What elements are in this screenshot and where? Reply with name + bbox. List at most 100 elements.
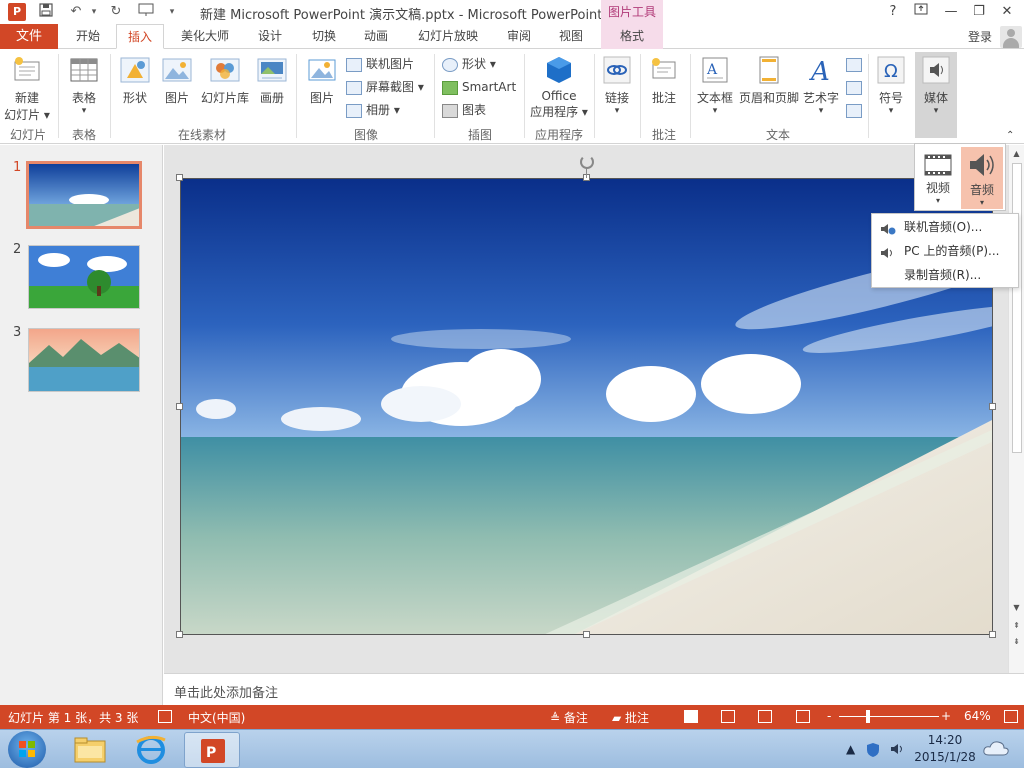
- powerpoint-taskbar-icon[interactable]: P: [184, 732, 240, 768]
- date-time-button[interactable]: [846, 54, 866, 74]
- cloud-icon[interactable]: [982, 738, 1010, 761]
- tab-design[interactable]: 设计: [246, 24, 294, 49]
- menu-item-record-audio[interactable]: 录制音频(R)...: [872, 263, 1018, 287]
- resize-handle[interactable]: [989, 403, 996, 410]
- notes-pane[interactable]: 单击此处添加备注: [164, 673, 1024, 705]
- windows-start-button[interactable]: [8, 731, 46, 768]
- picture-tools-header: 图片工具: [601, 0, 663, 24]
- slide-number-button[interactable]: [846, 77, 866, 97]
- speaker-icon: [967, 151, 997, 179]
- comments-toggle-button[interactable]: ▰ 批注: [612, 709, 649, 726]
- help-button[interactable]: ?: [882, 3, 904, 21]
- screenshot-button[interactable]: 屏幕截图 ▾: [346, 77, 424, 97]
- close-button[interactable]: ✕: [996, 3, 1018, 21]
- internet-explorer-icon[interactable]: [123, 732, 179, 768]
- notes-toggle-button[interactable]: ≜ 备注: [550, 709, 588, 726]
- album-material-button[interactable]: 画册: [254, 54, 290, 106]
- table-button[interactable]: 表格 ▾: [62, 54, 106, 116]
- group-separator: [690, 54, 691, 138]
- resize-handle[interactable]: [989, 631, 996, 638]
- online-picture-material-button[interactable]: 图片: [158, 54, 196, 106]
- zoom-out-button[interactable]: -: [827, 709, 831, 723]
- header-footer-button[interactable]: 页眉和页脚: [738, 54, 800, 106]
- resize-handle[interactable]: [176, 631, 183, 638]
- resize-handle[interactable]: [176, 403, 183, 410]
- picture-icon: [306, 54, 338, 86]
- textbox-button[interactable]: A 文本框 ▾: [694, 54, 736, 116]
- undo-dropdown-icon[interactable]: ▾: [84, 3, 104, 21]
- undo-icon[interactable]: ↶: [66, 3, 86, 21]
- new-slide-button[interactable]: 新建 幻灯片 ▾: [4, 54, 50, 123]
- next-slide-icon[interactable]: ⇟: [1009, 635, 1024, 649]
- zoom-slider-track[interactable]: [839, 716, 939, 717]
- slide-thumbnail-2[interactable]: [28, 245, 140, 309]
- presentation-start-icon[interactable]: [136, 3, 156, 21]
- online-picture-button[interactable]: 联机图片: [346, 54, 414, 74]
- tab-transitions[interactable]: 切换: [300, 24, 348, 49]
- tab-view[interactable]: 视图: [548, 24, 594, 49]
- tab-file[interactable]: 文件: [0, 24, 58, 49]
- security-shield-icon[interactable]: [866, 742, 880, 761]
- slide-thumbnail-3[interactable]: [28, 328, 140, 392]
- menu-item-online-audio[interactable]: 联机音频(O)...: [872, 215, 1018, 239]
- smartart-button[interactable]: SmartArt: [442, 77, 516, 97]
- video-button[interactable]: 视频 ▾: [917, 147, 959, 209]
- normal-view-icon[interactable]: [684, 710, 698, 723]
- tab-review[interactable]: 审阅: [496, 24, 542, 49]
- shape-material-button[interactable]: 形状: [114, 54, 156, 106]
- ribbon-display-options-icon[interactable]: [910, 3, 932, 21]
- scroll-up-icon[interactable]: ▲: [1009, 147, 1024, 161]
- media-button[interactable]: 媒体 ▾: [915, 52, 957, 138]
- menu-item-pc-audio[interactable]: PC 上的音频(P)...: [872, 239, 1018, 263]
- shapes-button[interactable]: 形状 ▾: [442, 54, 496, 74]
- resize-handle[interactable]: [583, 631, 590, 638]
- customize-quick-access-icon[interactable]: ▾: [162, 3, 182, 21]
- volume-icon[interactable]: [890, 742, 906, 759]
- zoom-slider-thumb[interactable]: [866, 710, 870, 723]
- office-store-icon: [543, 54, 575, 86]
- comment-button[interactable]: 批注: [644, 54, 684, 106]
- minimize-button[interactable]: —: [940, 3, 962, 21]
- zoom-level[interactable]: 64%: [964, 709, 991, 723]
- office-apps-button[interactable]: Office 应用程序 ▾: [528, 54, 590, 120]
- file-explorer-icon[interactable]: [62, 732, 118, 768]
- window-title: 新建 Microsoft PowerPoint 演示文稿.pptx - Micr…: [200, 8, 603, 23]
- tab-beautify-master[interactable]: 美化大师: [172, 24, 238, 49]
- tab-format[interactable]: 格式: [601, 24, 663, 49]
- powerpoint-logo-icon: P: [8, 3, 26, 21]
- object-button[interactable]: [846, 100, 866, 120]
- collapse-ribbon-icon[interactable]: ⌃: [1006, 126, 1014, 146]
- user-avatar-icon[interactable]: [1000, 26, 1022, 48]
- audio-button[interactable]: 音频 ▾: [961, 147, 1003, 209]
- restore-button[interactable]: ❐: [968, 3, 990, 21]
- rotate-handle-icon[interactable]: [580, 155, 594, 169]
- scrollbar-thumb[interactable]: [1012, 163, 1022, 453]
- save-icon[interactable]: [36, 3, 56, 21]
- slide-thumbnail-1[interactable]: [26, 161, 142, 229]
- resize-handle[interactable]: [176, 174, 183, 181]
- chart-button[interactable]: 图表: [442, 100, 486, 120]
- reading-view-icon[interactable]: [758, 710, 772, 723]
- symbol-button[interactable]: Ω 符号 ▾: [872, 54, 910, 116]
- tab-slide-show[interactable]: 幻灯片放映: [406, 24, 490, 49]
- spelling-check-icon[interactable]: [158, 710, 172, 723]
- login-link[interactable]: 登录: [968, 28, 992, 45]
- wordart-button[interactable]: A 艺术字 ▾: [802, 54, 840, 116]
- scroll-down-icon[interactable]: ▼: [1009, 601, 1024, 615]
- previous-slide-icon[interactable]: ⇞: [1009, 619, 1024, 633]
- slide-sorter-icon[interactable]: [721, 710, 735, 723]
- system-clock[interactable]: 14:20 2015/1/28: [912, 732, 978, 766]
- show-hidden-icons-icon[interactable]: ▲: [846, 742, 855, 756]
- picture-button[interactable]: 图片: [302, 54, 342, 106]
- link-button[interactable]: 链接 ▾: [598, 54, 636, 116]
- tab-insert[interactable]: 插入: [116, 24, 164, 49]
- fit-slide-icon[interactable]: [1004, 710, 1018, 723]
- tab-home[interactable]: 开始: [64, 24, 112, 49]
- tab-animations[interactable]: 动画: [352, 24, 400, 49]
- photo-album-button[interactable]: 相册 ▾: [346, 100, 400, 120]
- redo-icon[interactable]: ↻: [106, 3, 126, 21]
- slide-library-button[interactable]: 幻灯片库: [198, 54, 252, 106]
- slideshow-icon[interactable]: [796, 710, 810, 723]
- language-status[interactable]: 中文(中国): [188, 709, 245, 726]
- zoom-in-button[interactable]: +: [941, 709, 951, 723]
